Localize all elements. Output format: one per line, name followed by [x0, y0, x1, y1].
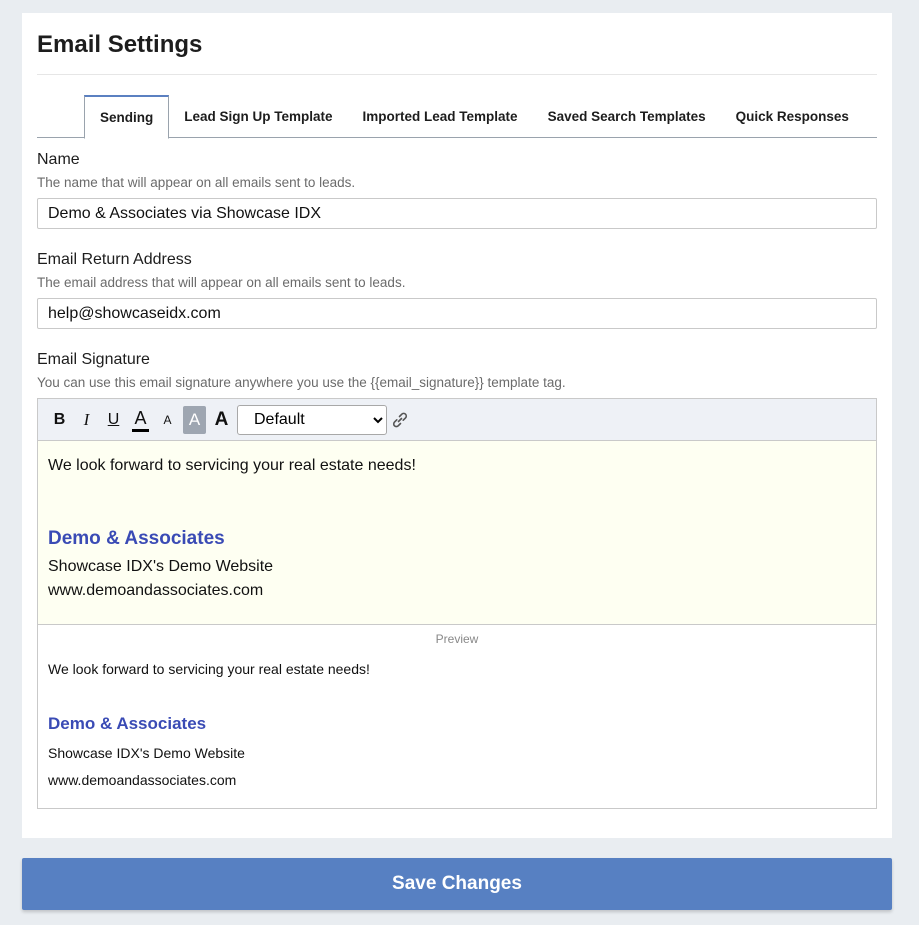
signature-line: We look forward to servicing your real e… — [48, 457, 416, 474]
insert-link-button[interactable] — [387, 406, 413, 434]
large-text-button[interactable]: A — [208, 406, 235, 434]
settings-panel: Email Settings Sending Lead Sign Up Temp… — [22, 13, 892, 838]
editor-toolbar: B I U A A A A Default — [38, 399, 876, 441]
text-color-button[interactable]: A — [127, 406, 154, 434]
underline-button[interactable]: U — [100, 406, 127, 434]
return-address-label: Email Return Address — [37, 251, 192, 268]
signature-tagline: Showcase IDX's Demo Website — [48, 558, 274, 575]
tab-lead-sign-up-template[interactable]: Lead Sign Up Template — [169, 95, 347, 138]
name-section: Name The name that will appear on all em… — [37, 151, 877, 229]
font-select[interactable]: Default — [237, 404, 387, 435]
name-label: Name — [37, 151, 80, 168]
signature-help: You can use this email signature anywher… — [37, 375, 566, 390]
return-address-input[interactable] — [37, 298, 877, 329]
save-changes-button[interactable]: Save Changes — [22, 858, 892, 910]
preview-label: Preview — [435, 632, 479, 646]
signature-editor: B I U A A A A Default We look forward to… — [37, 398, 877, 809]
preview-line: We look forward to servicing your real e… — [48, 661, 370, 677]
return-address-help: The email address that will appear on al… — [37, 275, 406, 290]
text-color-icon: A — [132, 408, 149, 432]
return-address-section: Email Return Address The email address t… — [37, 251, 877, 329]
signature-company: Demo & Associates — [48, 528, 225, 549]
tab-imported-lead-template[interactable]: Imported Lead Template — [348, 95, 533, 138]
small-text-button[interactable]: A — [154, 406, 181, 434]
page-title: Email Settings — [37, 13, 877, 75]
preview-company: Demo & Associates — [48, 714, 207, 733]
background-color-button[interactable]: A — [183, 405, 206, 434]
bold-button[interactable]: B — [46, 406, 73, 434]
signature-preview: Preview We look forward to servicing you… — [38, 625, 876, 808]
preview-website: www.demoandassociates.com — [48, 772, 237, 788]
signature-label: Email Signature — [37, 351, 150, 368]
italic-button[interactable]: I — [73, 406, 100, 434]
preview-tagline: Showcase IDX's Demo Website — [48, 745, 245, 761]
signature-section: Email Signature You can use this email s… — [37, 351, 877, 809]
signature-website: www.demoandassociates.com — [48, 582, 264, 599]
name-help: The name that will appear on all emails … — [37, 175, 356, 190]
tab-saved-search-templates[interactable]: Saved Search Templates — [533, 95, 721, 138]
tab-quick-responses[interactable]: Quick Responses — [721, 95, 864, 138]
link-icon — [392, 412, 408, 427]
tab-bar: Sending Lead Sign Up Template Imported L… — [37, 95, 877, 139]
name-input[interactable] — [37, 198, 877, 229]
tab-sending[interactable]: Sending — [84, 95, 170, 139]
signature-edit-area[interactable]: We look forward to servicing your real e… — [38, 441, 876, 625]
